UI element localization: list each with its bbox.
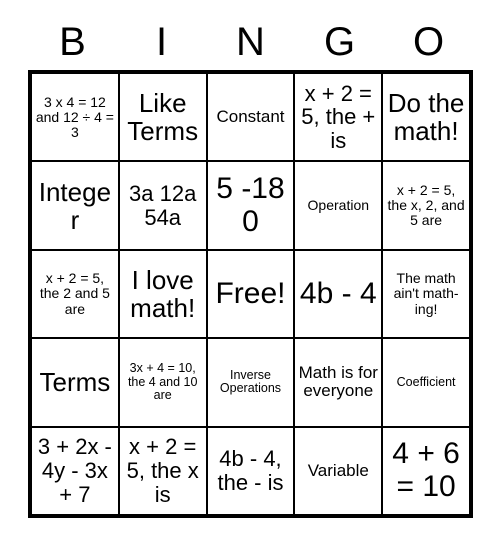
bingo-cell-g4[interactable]: Math is for everyone bbox=[295, 339, 384, 426]
bingo-cell-text: Variable bbox=[307, 460, 369, 480]
bingo-cell-i3[interactable]: I love math! bbox=[119, 250, 208, 338]
bingo-cell-text: x + 2 = 5, the + is bbox=[301, 80, 376, 154]
bingo-header-letter-b: B bbox=[59, 20, 86, 64]
bingo-cell-text: Terms bbox=[39, 367, 111, 398]
bingo-cell-o3[interactable]: The math ain't math-ing! bbox=[383, 250, 469, 338]
bingo-row-2: Integer 3a 12a 54a 5 -18 0 Operation x +… bbox=[32, 162, 469, 251]
bingo-row-4: Terms 3x + 4 = 10, the 4 and 10 are Inve… bbox=[32, 339, 469, 428]
bingo-cell-text: 4b - 4, the - is bbox=[217, 446, 284, 495]
bingo-cell-text: Constant bbox=[216, 107, 285, 127]
bingo-cell-text: 3x + 4 = 10, the 4 and 10 are bbox=[127, 361, 198, 403]
bingo-cell-text: x + 2 = 5, the x is bbox=[126, 434, 199, 507]
bingo-cell-text: The math ain't math-ing! bbox=[393, 270, 459, 317]
bingo-header: B I N G O bbox=[28, 14, 473, 70]
bingo-cell-text: Operation bbox=[307, 197, 370, 214]
bingo-cell-text: 4 + 6 = 10 bbox=[392, 437, 460, 503]
bingo-cell-b3[interactable]: x + 2 = 5, the 2 and 5 are bbox=[32, 250, 120, 338]
bingo-cell-text: 3 + 2x - 4y - 3x + 7 bbox=[37, 434, 112, 507]
bingo-cell-text: 3 x 4 = 12 and 12 ÷ 4 = 3 bbox=[35, 93, 114, 140]
bingo-cell-b1[interactable]: 3 x 4 = 12 and 12 ÷ 4 = 3 bbox=[32, 74, 120, 161]
bingo-cell-text: 4b - 4 bbox=[299, 276, 377, 310]
bingo-cell-text: 3a 12a 54a bbox=[129, 180, 197, 230]
bingo-cell-b5[interactable]: 3 + 2x - 4y - 3x + 7 bbox=[32, 427, 120, 515]
bingo-cell-n1[interactable]: Constant bbox=[207, 74, 296, 161]
bingo-cell-text: Do the math! bbox=[387, 88, 465, 147]
bingo-cell-o4[interactable]: Coefficient bbox=[383, 339, 469, 426]
bingo-free-space-label: Free! bbox=[215, 276, 286, 310]
bingo-grid: 3 x 4 = 12 and 12 ÷ 4 = 3 Like Terms Con… bbox=[28, 70, 473, 518]
bingo-header-letter-i: I bbox=[155, 20, 168, 64]
bingo-row-3: x + 2 = 5, the 2 and 5 are I love math! … bbox=[32, 250, 469, 340]
bingo-cell-text: 5 -18 0 bbox=[216, 172, 285, 238]
bingo-row-5: 3 + 2x - 4y - 3x + 7 x + 2 = 5, the x is… bbox=[32, 427, 469, 515]
bingo-cell-n4[interactable]: Inverse Operations bbox=[207, 339, 296, 426]
bingo-cell-n2[interactable]: 5 -18 0 bbox=[207, 162, 296, 249]
bingo-card: B I N G O 3 x 4 = 12 and 12 ÷ 4 = 3 Like… bbox=[0, 0, 501, 544]
bingo-cell-n5[interactable]: 4b - 4, the - is bbox=[207, 427, 296, 515]
bingo-cell-i5[interactable]: x + 2 = 5, the x is bbox=[119, 427, 208, 515]
bingo-row-1: 3 x 4 = 12 and 12 ÷ 4 = 3 Like Terms Con… bbox=[32, 74, 469, 163]
bingo-cell-o2[interactable]: x + 2 = 5, the x, 2, and 5 are bbox=[383, 162, 469, 249]
bingo-header-letter-n: N bbox=[236, 20, 265, 64]
bingo-cell-text: Math is for everyone bbox=[298, 363, 378, 401]
bingo-cell-free-space[interactable]: Free! bbox=[207, 250, 296, 338]
bingo-cell-o5[interactable]: 4 + 6 = 10 bbox=[383, 427, 469, 515]
bingo-header-letter-g: G bbox=[323, 20, 356, 64]
bingo-cell-i2[interactable]: 3a 12a 54a bbox=[119, 162, 208, 249]
bingo-cell-text: I love math! bbox=[130, 264, 196, 324]
bingo-header-letter-o: O bbox=[412, 20, 445, 64]
bingo-cell-g1[interactable]: x + 2 = 5, the + is bbox=[295, 74, 384, 161]
bingo-cell-text: Inverse Operations bbox=[219, 367, 282, 396]
bingo-cell-text: x + 2 = 5, the x, 2, and 5 are bbox=[387, 181, 465, 229]
bingo-cell-text: x + 2 = 5, the 2 and 5 are bbox=[39, 270, 110, 317]
bingo-cell-i1[interactable]: Like Terms bbox=[119, 74, 208, 161]
bingo-cell-text: Integer bbox=[38, 176, 112, 235]
bingo-cell-g5[interactable]: Variable bbox=[295, 427, 384, 515]
bingo-cell-b2[interactable]: Integer bbox=[32, 162, 120, 249]
bingo-cell-i4[interactable]: 3x + 4 = 10, the 4 and 10 are bbox=[119, 339, 208, 426]
bingo-cell-b4[interactable]: Terms bbox=[32, 339, 120, 426]
bingo-cell-text: Like Terms bbox=[127, 88, 199, 147]
bingo-cell-g2[interactable]: Operation bbox=[295, 162, 384, 249]
bingo-cell-text: Coefficient bbox=[396, 374, 456, 389]
bingo-cell-g3[interactable]: 4b - 4 bbox=[295, 250, 384, 338]
bingo-cell-o1[interactable]: Do the math! bbox=[383, 74, 469, 161]
